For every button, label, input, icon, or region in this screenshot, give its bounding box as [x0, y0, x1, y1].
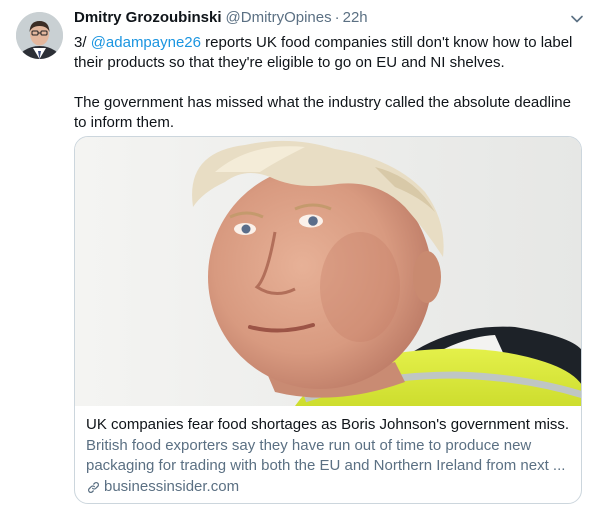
card-text: UK companies fear food shortages as Bori… — [86, 415, 570, 497]
mention-link[interactable]: @adampayne26 — [91, 34, 201, 51]
tweet-text: 3/ @adampayne26 reports UK food companie… — [74, 33, 574, 133]
card-image[interactable] — [75, 137, 581, 406]
tweet-text-line1: reports UK food companies still don't kn… — [201, 34, 573, 51]
avatar-image — [16, 12, 63, 59]
tweet-text-line2: their products so that they're eligible … — [74, 54, 505, 71]
tweet-text-line3: The government has missed what the indus… — [74, 94, 571, 111]
avatar[interactable] — [16, 12, 63, 59]
thread-number: 3/ — [74, 34, 91, 51]
card-description-line1: British food exporters say they have run… — [86, 437, 532, 454]
link-icon — [88, 481, 99, 493]
separator-dot: · — [334, 9, 340, 26]
card-description-line2: packaging for trading with both the EU a… — [86, 457, 566, 474]
card-domain: businessinsider.com — [86, 477, 570, 497]
tweet-paragraph-2: The government has missed what the indus… — [74, 93, 574, 133]
display-name[interactable]: Dmitry Grozoubinski — [74, 9, 222, 26]
tweet-text-line4: to inform them. — [74, 114, 175, 131]
card-domain-text: businessinsider.com — [104, 478, 240, 495]
card-photo — [75, 137, 581, 406]
tweet[interactable]: Dmitry Grozoubinski @DmitryOpines · 22h 3/ … — [0, 0, 596, 508]
link-card[interactable]: UK companies fear food shortages as Bori… — [74, 136, 582, 504]
chevron-down-icon[interactable] — [570, 14, 584, 24]
user-handle[interactable]: @DmitryOpines — [226, 9, 332, 26]
card-description: British food exporters say they have run… — [86, 436, 570, 476]
timestamp[interactable]: 22h — [343, 9, 368, 26]
tweet-paragraph-1: 3/ @adampayne26 reports UK food companie… — [74, 33, 574, 73]
card-title: UK companies fear food shortages as Bori… — [86, 416, 570, 433]
tweet-header: Dmitry Grozoubinski @DmitryOpines · 22h — [74, 9, 580, 31]
